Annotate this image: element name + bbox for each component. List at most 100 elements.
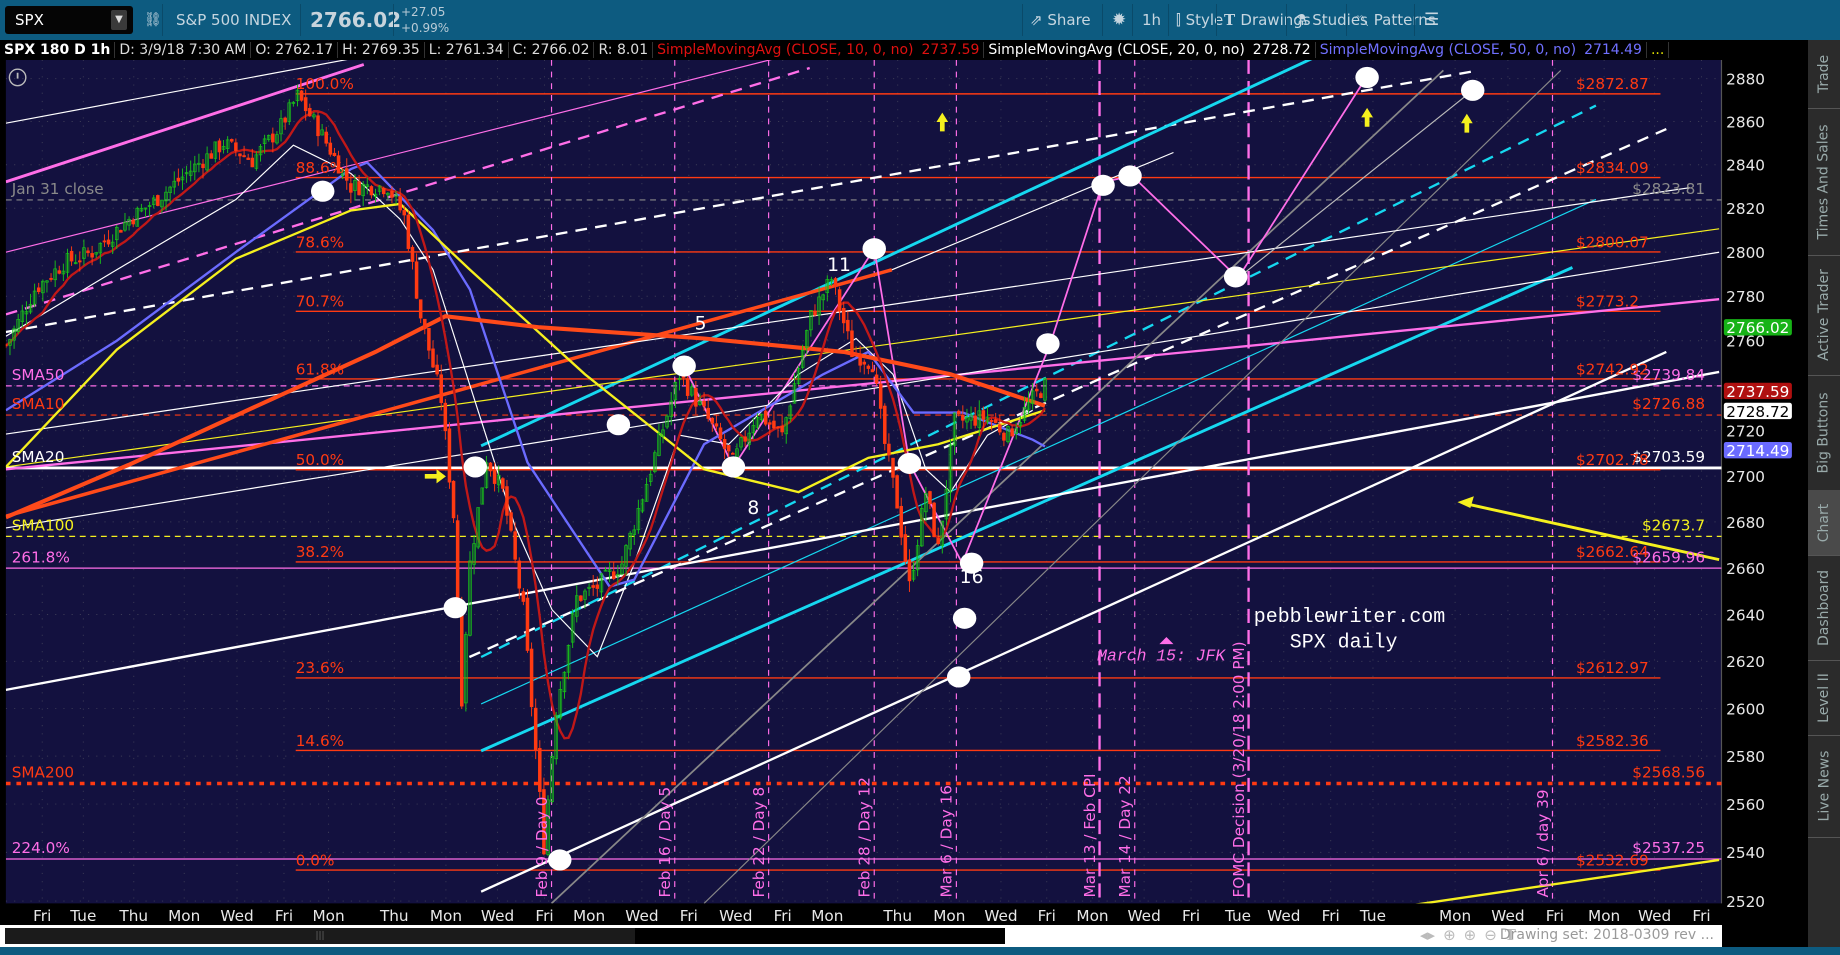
pivot-marker[interactable] [721,456,746,478]
sma50-label[interactable]: SimpleMovingAvg (CLOSE, 50, 0, no) [1316,42,1580,58]
wave-label: 5 [695,314,707,335]
link-icon[interactable]: ⛓ [144,0,162,40]
candle [443,402,448,432]
pivot-marker[interactable] [1355,66,1379,88]
symbol-selector[interactable]: SPX ▼ [5,6,133,34]
candle [57,270,62,274]
pivot-marker[interactable] [1118,165,1142,187]
pivot-marker[interactable] [946,666,971,688]
candle [731,452,735,455]
sidebar-tab-dashboard[interactable]: Dashboard [1808,555,1840,661]
pivot-marker[interactable] [862,238,886,260]
zoom-out-icon[interactable]: ⊖ [1484,926,1497,944]
sidebar-tab-label: Chart [1816,503,1833,542]
x-tick-label: Mon [573,907,605,925]
x-tick-label: Fri [1546,907,1564,925]
sidebar-tab-level-ii[interactable]: Level II [1808,660,1840,736]
scroll-row: ||| ◂▸ ⊕ ⊕ ⊖ T Drawing set: 2018-0309 re… [0,925,1722,947]
y-tick-label: 2580 [1726,748,1765,766]
pivot-marker[interactable] [463,456,487,478]
candle [989,420,994,422]
drawing-set-label[interactable]: Drawing set: 2018-0309 rev ... [1500,927,1714,943]
candle [69,250,74,262]
gear-icon[interactable]: ✹ [1112,0,1126,40]
x-tick-label: Thu [882,907,912,925]
menu-icon[interactable]: ☰ [1424,0,1439,40]
pan-icon[interactable]: ◂▸ [1420,926,1435,944]
candle [874,374,879,384]
candle [850,330,854,358]
sidebar-tab-active-trader[interactable]: Active Trader [1808,255,1840,376]
pivot-marker[interactable] [606,414,631,436]
x-tick-label: Wed [1267,907,1300,925]
candle [344,168,349,181]
pivot-marker[interactable] [1223,266,1248,288]
sma10-label[interactable]: SimpleMovingAvg (CLOSE, 10, 0, no) [653,42,917,58]
more-studies[interactable]: ... [1647,42,1670,58]
candle [451,480,456,519]
sidebar-tab-trade[interactable]: Trade [1808,40,1840,109]
level-price-label: $2673.7 [1642,517,1705,535]
candle [271,133,275,143]
scrollbar-thumb[interactable]: ||| [5,928,635,944]
candle [431,348,435,368]
wave-label: 16 [960,567,984,588]
sidebar-tab-label: Dashboard [1816,569,1832,646]
pivot-marker[interactable] [310,180,335,202]
candle [328,142,333,155]
pivot-marker[interactable] [1091,174,1115,196]
share-button[interactable]: ⇗ Share [1030,0,1091,40]
pivot-marker[interactable] [1036,333,1060,355]
candle [521,591,526,602]
candle [513,531,517,560]
candle [398,196,402,211]
candle [427,328,431,351]
pivot-marker[interactable] [952,607,977,629]
price-chart[interactable]: Jan 31 close $2823.81SMA50 $2739.84SMA10 $2… [0,0,1840,955]
x-tick-label: Fri [774,907,792,925]
crosshair-icon[interactable]: ⊕ [1443,926,1456,944]
candle [501,478,505,489]
zoom-in-icon[interactable]: ⊕ [1464,926,1477,944]
candle [772,420,776,429]
candle [883,405,887,444]
event-label: Mar 6 / Day 16 [938,785,956,898]
fib-percent-label: 88.6% [296,159,344,177]
x-tick-label: Fri [535,907,553,925]
x-tick-label: Wed [220,907,253,925]
pivot-marker[interactable] [897,452,922,474]
candle [866,365,871,369]
wave-label: 11 [827,255,851,276]
y-tick-label: 2640 [1726,606,1765,624]
pivot-marker[interactable] [548,849,572,871]
sidebar-tab-big-buttons[interactable]: Big Buttons [1808,375,1840,491]
candle [357,181,361,196]
pivot-marker[interactable] [672,355,696,377]
timeframe-button[interactable]: 1h [1142,0,1161,40]
candle [841,308,846,324]
sidebar-tab-times-and-sales[interactable]: Times And Sales [1808,108,1840,256]
candle [611,571,616,579]
candle [956,410,961,414]
fib-percent-label: 78.6% [296,233,344,251]
candle [862,361,867,365]
fib-price-label: $2800.07 [1576,233,1649,251]
chevron-down-icon[interactable]: ▼ [111,10,127,30]
bar-high: H: 2769.35 [338,42,425,58]
sidebar-tab-live-news[interactable]: Live News [1808,735,1840,838]
candle [517,560,522,589]
pivot-marker[interactable] [1460,79,1485,101]
y-tick-label: 2780 [1726,288,1765,306]
candle [324,131,328,144]
style-label: Style [1185,11,1224,29]
x-tick-label: Wed [719,907,752,925]
candle [242,155,246,158]
pivot-marker[interactable] [443,597,468,619]
candle [308,108,312,117]
x-tick-label: Thu [379,907,409,925]
sma20-label[interactable]: SimpleMovingAvg (CLOSE, 20, 0, no) [984,42,1248,58]
level-name-label: SMA100 [12,517,74,535]
fib-price-label: $2742.92 [1576,360,1649,378]
candle [1039,393,1043,399]
sidebar-tab-chart[interactable]: Chart [1808,490,1840,556]
